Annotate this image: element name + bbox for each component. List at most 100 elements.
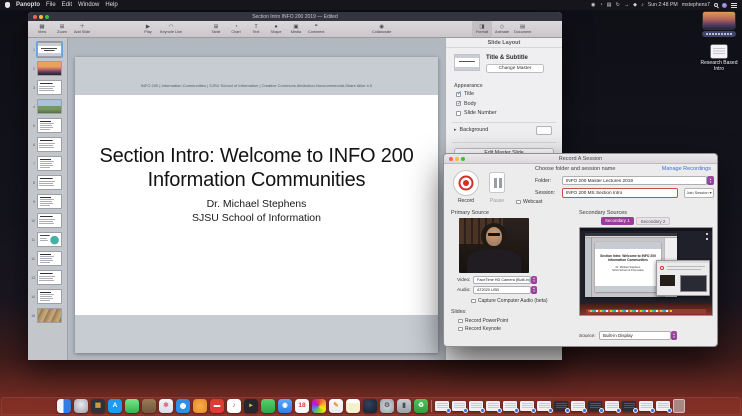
record-keynote-checkbox[interactable]: Record Keynote — [458, 326, 501, 332]
upload-icon[interactable]: → — [624, 2, 629, 8]
appearance-title-checkbox[interactable]: Title — [456, 90, 497, 97]
display-icon[interactable]: ▤ — [607, 2, 612, 8]
manage-recordings-link[interactable]: Manage Recordings — [662, 166, 711, 172]
microphone-icon[interactable]: ▮ — [397, 399, 411, 413]
slide-thumbnail[interactable]: 4 — [28, 99, 67, 114]
menu-item[interactable]: Help — [105, 2, 117, 8]
pause-button[interactable] — [489, 172, 505, 193]
slide-thumbnail[interactable]: 15 — [28, 308, 67, 323]
folder-stepper-icon[interactable]: ▲ ▼ — [707, 176, 714, 185]
minimized-window[interactable] — [554, 400, 570, 413]
slide-thumbnail[interactable]: 13 — [28, 270, 67, 285]
slide-thumbnail[interactable]: 7 — [28, 156, 67, 171]
volume-icon[interactable]: ♪ — [641, 2, 644, 8]
change-master-button[interactable]: Change Master — [486, 64, 544, 73]
notification-center-icon[interactable] — [731, 2, 737, 8]
slide-title[interactable]: Section Intro: Welcome to INFO 200 Infor… — [82, 145, 431, 192]
airplay-icon[interactable]: ◆ — [633, 2, 637, 8]
source-stepper-icon[interactable]: ▲ ▼ — [671, 331, 677, 340]
photos-icon[interactable]: ✽ — [159, 399, 173, 413]
dark-app-icon[interactable] — [363, 399, 377, 413]
minimized-window[interactable] — [605, 400, 621, 413]
master-slide-thumbnail[interactable] — [454, 54, 480, 71]
secondary-1-tab[interactable]: Secondary 1 — [601, 217, 634, 225]
slide-thumbnail[interactable]: 6 — [28, 137, 67, 152]
app-store-icon[interactable]: A — [108, 399, 122, 413]
table-button[interactable]: ⊞ Table — [206, 21, 226, 37]
active-app-menu[interactable]: Panopto — [16, 2, 40, 8]
video-stepper-icon[interactable]: ▲ ▼ — [531, 276, 537, 284]
slide-thumbnail[interactable]: 9 — [28, 194, 67, 209]
view-button[interactable]: ▦ View — [32, 21, 52, 37]
join-session-button[interactable]: Join Session ▾ — [684, 188, 714, 198]
audio-source-select[interactable]: AT2020 USB — [473, 286, 531, 294]
browser-icon[interactable] — [312, 399, 326, 413]
webcast-checkbox[interactable]: Webcast — [516, 199, 542, 205]
minimized-window[interactable] — [571, 400, 587, 413]
minimized-window[interactable] — [486, 400, 502, 413]
minimized-window[interactable] — [588, 400, 604, 413]
safari-icon[interactable] — [176, 399, 190, 413]
minimized-window[interactable] — [639, 400, 655, 413]
pages-icon[interactable]: ✎ — [329, 399, 343, 413]
slide-thumbnail[interactable]: 2 — [28, 61, 67, 76]
utilities-icon[interactable]: ▦ — [91, 399, 105, 413]
record-button[interactable] — [453, 170, 479, 196]
format-tab[interactable]: ◨ Format — [472, 21, 492, 37]
media-button[interactable]: ▣ Media — [286, 21, 306, 37]
document-tab[interactable]: ▤ Document — [512, 21, 533, 37]
siri-icon[interactable] — [722, 2, 727, 8]
desktop-image-file-icon[interactable] — [703, 12, 735, 29]
spotlight-icon[interactable] — [714, 3, 718, 7]
secondary-2-tab[interactable]: Secondary 2 — [635, 217, 671, 225]
menu-item[interactable]: File — [46, 2, 56, 8]
minimized-window[interactable] — [469, 400, 485, 413]
slide-thumbnail[interactable]: 8 — [28, 175, 67, 190]
keynote-live-button[interactable]: ◠ Keynote Live — [158, 21, 184, 37]
slide-thumbnail[interactable]: 1 — [28, 40, 67, 59]
recycle-icon[interactable]: ♻ — [414, 399, 428, 413]
zoom-window-button[interactable] — [45, 14, 49, 19]
minimized-window[interactable] — [520, 400, 536, 413]
minimized-window[interactable] — [435, 400, 451, 413]
trash-icon[interactable] — [673, 399, 685, 413]
launchpad-icon[interactable] — [74, 399, 88, 413]
media-app-icon[interactable]: ▸ — [244, 399, 258, 413]
folder-select[interactable]: INFO 200 Master Lectures 2019 — [562, 176, 707, 185]
minimized-window[interactable] — [503, 400, 519, 413]
slide-thumbnail[interactable]: 10 — [28, 213, 67, 228]
slide-thumbnail[interactable]: 3 — [28, 80, 67, 95]
minimized-window[interactable] — [656, 400, 672, 413]
menu-bar-clock[interactable]: Sun 2:48 PM — [648, 2, 678, 8]
appearance-slide-number-checkbox[interactable]: Slide Number — [456, 110, 497, 116]
chart-button[interactable]: ◔ Chart — [226, 21, 246, 37]
slide-thumbnail[interactable]: 11 — [28, 232, 67, 247]
zoom-window-button[interactable] — [461, 157, 465, 161]
slide-thumbnail[interactable]: 14 — [28, 289, 67, 304]
itunes-icon[interactable]: ♪ — [227, 399, 241, 413]
menu-bar-account[interactable]: mstephens7 — [682, 2, 710, 8]
session-name-input[interactable]: INFO 200 MS Section Intro — [562, 188, 678, 198]
time-machine-icon[interactable]: ◔ — [600, 2, 603, 8]
comment-button[interactable]: ❝ Comment — [306, 21, 326, 37]
record-powerpoint-checkbox[interactable]: Record PowerPoint — [458, 318, 508, 324]
background-row[interactable]: ▸ Background — [454, 127, 488, 133]
apple-menu-icon[interactable] — [5, 2, 10, 8]
close-button[interactable] — [449, 157, 453, 161]
collaborate-button[interactable]: ◉ Collaborate — [370, 21, 393, 37]
sync-icon[interactable]: ↻ — [616, 2, 620, 8]
minimized-window[interactable] — [537, 400, 553, 413]
appearance-body-checkbox[interactable]: Body — [456, 100, 497, 107]
audio-stepper-icon[interactable]: ▲ ▼ — [531, 286, 537, 294]
do-not-disturb-icon[interactable]: ▬ — [210, 399, 224, 413]
zoom-button[interactable]: ⊞ Zoom — [52, 21, 72, 37]
shape-button[interactable]: ● Shape — [266, 21, 286, 37]
animate-tab[interactable]: ◇ Animate — [492, 21, 512, 37]
add-slide-button[interactable]: ＋ Add Slide — [72, 21, 92, 37]
text-button[interactable]: T Text — [246, 21, 266, 37]
desktop-document-file-icon[interactable] — [711, 45, 727, 58]
slide-thumbnail[interactable]: 12 — [28, 251, 67, 266]
minimized-window[interactable] — [452, 400, 468, 413]
capture-computer-audio-checkbox[interactable]: Capture Computer Audio (beta) — [471, 298, 547, 304]
user-switch-icon[interactable]: ◉ — [591, 2, 596, 8]
